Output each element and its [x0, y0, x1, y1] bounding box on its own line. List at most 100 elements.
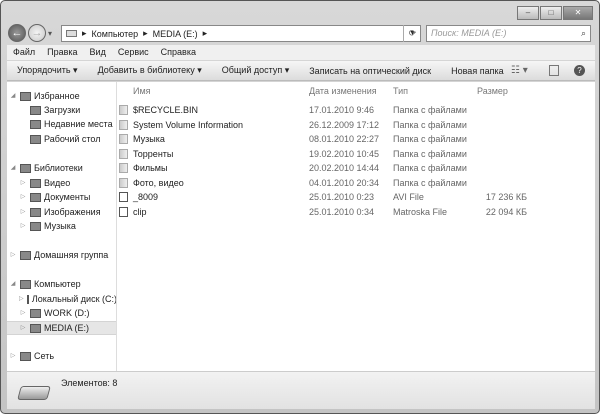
file-type: Папка с файлами	[393, 105, 467, 115]
folder-icon	[119, 163, 128, 173]
menu-view[interactable]: Вид	[90, 45, 106, 60]
file-row[interactable]: System Volume Information 26.12.2009 17:1…	[7, 118, 477, 132]
new-folder-button[interactable]: Новая папка	[451, 66, 503, 76]
file-size: 17 236 КБ	[485, 192, 527, 202]
file-size: 22 094 КБ	[485, 206, 527, 217]
breadcrumb-sep-icon: ▸	[82, 28, 87, 38]
homegroup-icon	[20, 250, 31, 260]
expand-arrow-icon[interactable]: ▷	[9, 349, 17, 363]
column-size[interactable]: Размер	[477, 86, 508, 96]
address-bar[interactable]: ▸ Компьютер ▸ MEDIA (E:) ▸ ▼	[61, 25, 421, 42]
file-type: Папка с файлами	[393, 148, 467, 159]
help-icon[interactable]: ?	[574, 65, 585, 76]
folder-icon	[119, 148, 128, 159]
folder-icon	[119, 134, 128, 144]
expand-arrow-icon[interactable]: ▷	[19, 321, 27, 335]
breadcrumb-media[interactable]: MEDIA (E:)	[153, 29, 198, 39]
breadcrumb-sep-icon: ▸	[202, 28, 208, 38]
file-type: Matroska File	[393, 206, 448, 217]
expand-arrow-icon[interactable]: ▷	[19, 292, 24, 306]
file-type: Папка с файлами	[393, 134, 467, 144]
content-area: ◢ Избранное Загрузки Недавние места Рабочий …	[7, 82, 595, 371]
organize-button[interactable]: Упорядочить ▾	[17, 65, 78, 76]
folder-icon	[119, 105, 128, 115]
file-row[interactable]: $RECYCLE.BIN 17.01.2010 9:46 Папка с файла…	[7, 103, 477, 117]
file-row[interactable]: Торренты 19.02.2010 10:45 Папка с файлами	[7, 147, 477, 161]
menu-edit[interactable]: Правка	[47, 45, 77, 60]
file-name: Торренты	[133, 148, 174, 159]
search-icon[interactable]: ⌕	[581, 26, 586, 41]
explorer-window: – □ ✕ ← → ▾ ▸ Компьютер ▸ MEDIA (E:) ▸ ▼…	[0, 0, 600, 414]
sidebar-item-label: Локальный диск (C:)	[31, 294, 117, 304]
file-date: 25.01.2010 0:34	[309, 206, 375, 217]
file-type: Папка с файлами	[393, 119, 467, 130]
drive-icon	[17, 386, 51, 400]
file-type: Папка с файлами	[393, 163, 467, 173]
refresh-button[interactable]: ⟳	[403, 25, 421, 42]
file-name: _8009	[133, 192, 159, 202]
file-name: $RECYCLE.BIN	[133, 105, 199, 115]
expand-arrow-icon[interactable]: ◢	[9, 277, 17, 291]
sidebar-item[interactable]: ▷ Домашняя группа	[7, 248, 116, 262]
command-bar: Упорядочить ▾ Добавить в библиотеку ▾ Об…	[7, 61, 595, 81]
window-controls: – □ ✕	[517, 6, 593, 20]
sidebar-item-label: Домашняя группа	[34, 250, 109, 260]
file-date: 08.01.2010 22:27	[309, 134, 380, 144]
file-icon	[119, 192, 128, 202]
file-name: System Volume Information	[133, 119, 244, 130]
sidebar-item-label: Компьютер	[34, 279, 81, 289]
minimize-button[interactable]: –	[517, 6, 539, 20]
preview-pane-icon[interactable]: ▯	[549, 65, 559, 76]
sidebar-item[interactable]: ◢ Избранное	[7, 89, 116, 103]
column-date[interactable]: Дата изменения	[309, 86, 377, 96]
network-icon	[20, 351, 31, 361]
sidebar-item-label: WORK (D:)	[44, 308, 90, 318]
music-icon	[30, 221, 41, 231]
file-icon	[119, 206, 128, 217]
folder-icon	[119, 119, 128, 130]
file-type: Папка с файлами	[393, 177, 467, 188]
file-name: clip	[133, 206, 147, 217]
menu-bar: Файл Правка Вид Сервис Справка	[7, 45, 595, 60]
file-name: Фото, видео	[133, 177, 184, 188]
drive-icon	[30, 323, 41, 333]
sidebar-item-label: Музыка	[44, 221, 76, 231]
file-row[interactable]: clip 25.01.2010 0:34 Matroska File 22 094 К…	[7, 205, 527, 219]
burn-button[interactable]: Записать на оптический диск	[309, 66, 431, 76]
close-button[interactable]: ✕	[563, 6, 593, 20]
sidebar-item[interactable]: ▷ WORK (D:)	[7, 306, 116, 320]
breadcrumb-computer[interactable]: Компьютер	[92, 29, 139, 39]
column-type[interactable]: Тип	[393, 86, 408, 96]
sidebar-item[interactable]: ▷ Музыка	[7, 219, 116, 233]
sidebar-item[interactable]: ◢ Компьютер	[7, 277, 116, 291]
file-row[interactable]: _8009 25.01.2010 0:23 AVI File 17 236 КБ	[7, 190, 527, 204]
menu-help[interactable]: Справка	[161, 45, 196, 60]
search-input[interactable]: Поиск: MEDIA (E:) ⌕	[426, 25, 591, 42]
sidebar-item[interactable]: ▷ Локальный диск (C:)	[7, 292, 117, 306]
file-row[interactable]: Фильмы 20.02.2010 14:44 Папка с файлами	[7, 161, 477, 175]
menu-tools[interactable]: Сервис	[118, 45, 149, 60]
search-placeholder: Поиск: MEDIA (E:)	[431, 28, 507, 38]
folder-icon	[119, 177, 128, 188]
file-row[interactable]: Фото, видео 04.01.2010 20:34 Папка с файла…	[7, 176, 477, 190]
status-bar: Элементов: 8	[7, 371, 595, 409]
expand-arrow-icon[interactable]: ▷	[9, 248, 17, 262]
share-button[interactable]: Общий доступ ▾	[222, 65, 290, 76]
maximize-button[interactable]: □	[540, 6, 562, 20]
expand-arrow-icon[interactable]: ▷	[19, 306, 27, 320]
sidebar-item[interactable]: ▷ Сеть	[7, 349, 116, 363]
recent-pages-button[interactable]: ▾	[48, 29, 52, 38]
sidebar-item[interactable]: ▷ MEDIA (E:)	[7, 321, 116, 335]
nav-buttons: ← → ▾	[8, 24, 52, 42]
file-row[interactable]: Музыка 08.01.2010 22:27 Папка с файлами	[7, 132, 477, 146]
expand-arrow-icon[interactable]: ▷	[19, 219, 27, 233]
column-name[interactable]: Имя	[133, 86, 151, 96]
view-options-icon[interactable]: ☷ ▾	[511, 65, 528, 76]
file-date: 19.02.2010 10:45	[309, 148, 380, 159]
menu-file[interactable]: Файл	[13, 45, 35, 60]
back-button[interactable]: ←	[8, 24, 26, 42]
file-name: Фильмы	[133, 163, 168, 173]
forward-button[interactable]: →	[28, 24, 46, 42]
add-to-library-button[interactable]: Добавить в библиотеку ▾	[98, 65, 202, 76]
expand-arrow-icon[interactable]: ◢	[9, 89, 17, 103]
